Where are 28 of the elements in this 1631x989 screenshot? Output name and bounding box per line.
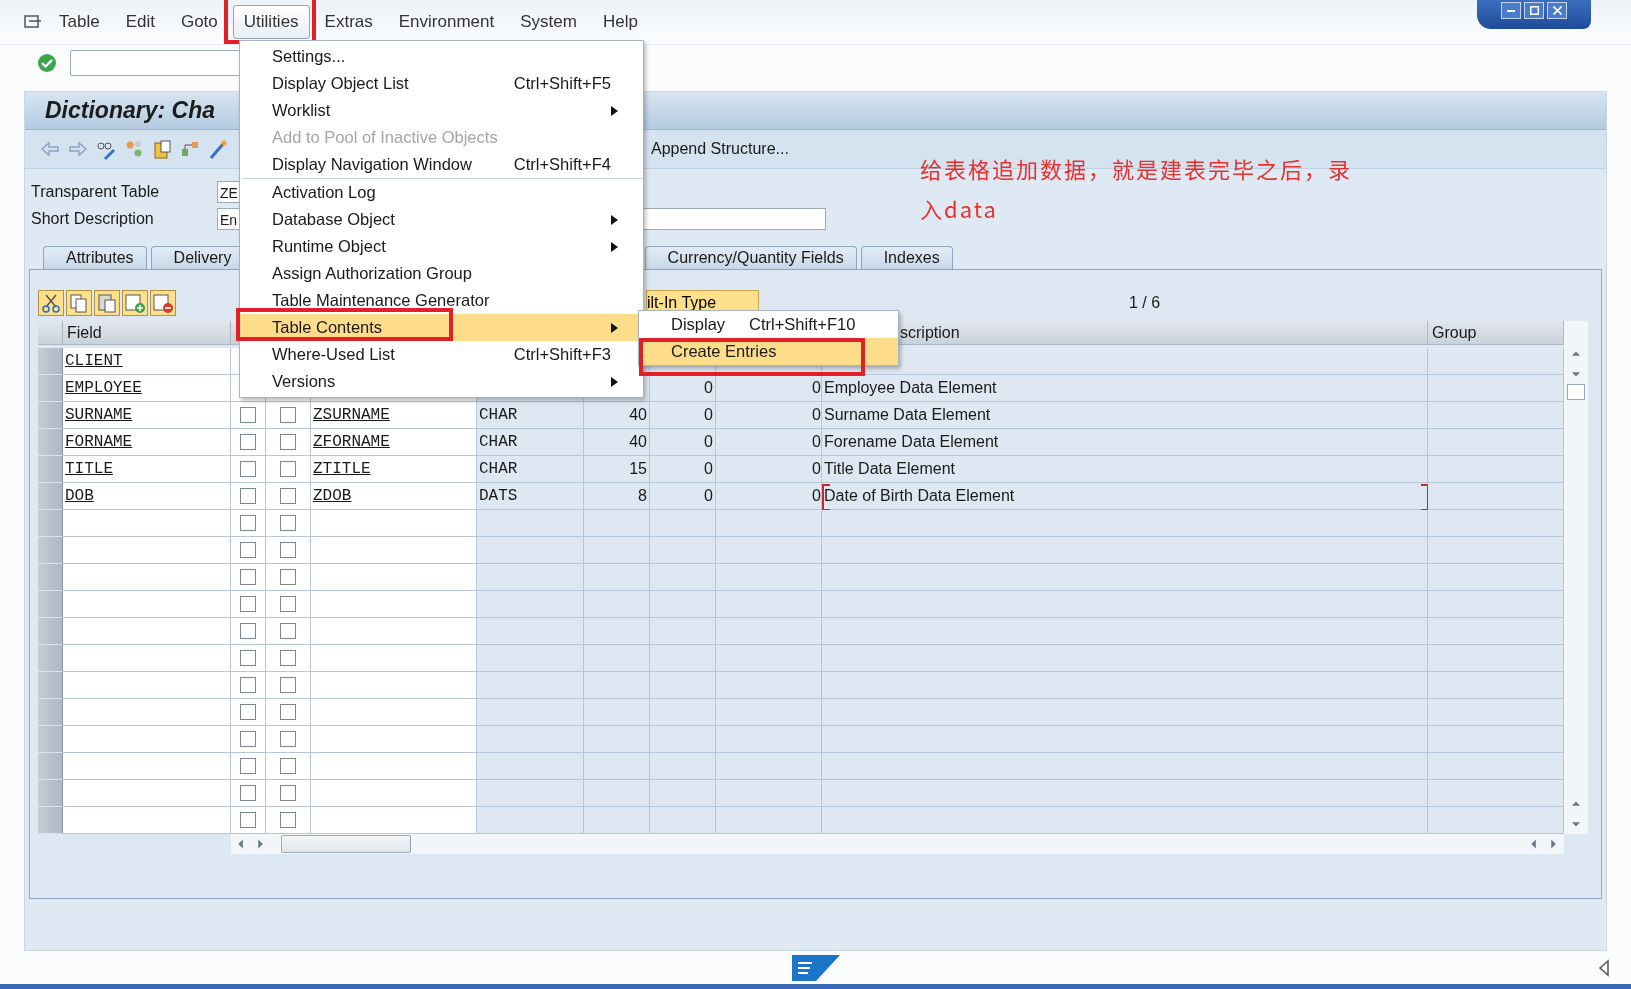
window-title: Dictionary: Cha — [45, 97, 215, 124]
table-cell: 0 — [716, 375, 822, 402]
table-cell: 0 — [650, 375, 716, 402]
table-cell: 0 — [716, 402, 822, 429]
table-cell: 0 — [650, 429, 716, 456]
field-label: Short Description — [31, 209, 155, 228]
table-cell: 15 — [584, 456, 650, 483]
table-cell: DATS — [477, 483, 584, 510]
table-cell: Forename Data Element — [822, 429, 1428, 456]
table-cell: Title Data Element — [822, 456, 1428, 483]
table-cell: 8 — [584, 483, 650, 510]
table-cell: 0 — [716, 456, 822, 483]
table-cell: Employee Data Element — [822, 375, 1428, 402]
table-cell: 40 — [584, 402, 650, 429]
table-cell: Date of Birth Data Element — [822, 483, 1428, 510]
field-label: Transparent Table — [31, 182, 161, 201]
table-cell: 0 — [650, 456, 716, 483]
table-cell: 0 — [716, 483, 822, 510]
table-cell: Surname Data Element — [822, 402, 1428, 429]
table-cell: 0 — [716, 429, 822, 456]
table-cell: 40 — [584, 429, 650, 456]
page-indicator: 1 / 6 — [1129, 294, 1161, 312]
table-cell: 0 — [650, 402, 716, 429]
table-cell: CHAR — [477, 456, 584, 483]
table-cell: CHAR — [477, 402, 584, 429]
table-cell: 0 — [650, 483, 716, 510]
table-cell: CHAR — [477, 429, 584, 456]
annotation-text: 给表格追加数据，就是建表完毕之后，录入data — [920, 151, 1353, 226]
